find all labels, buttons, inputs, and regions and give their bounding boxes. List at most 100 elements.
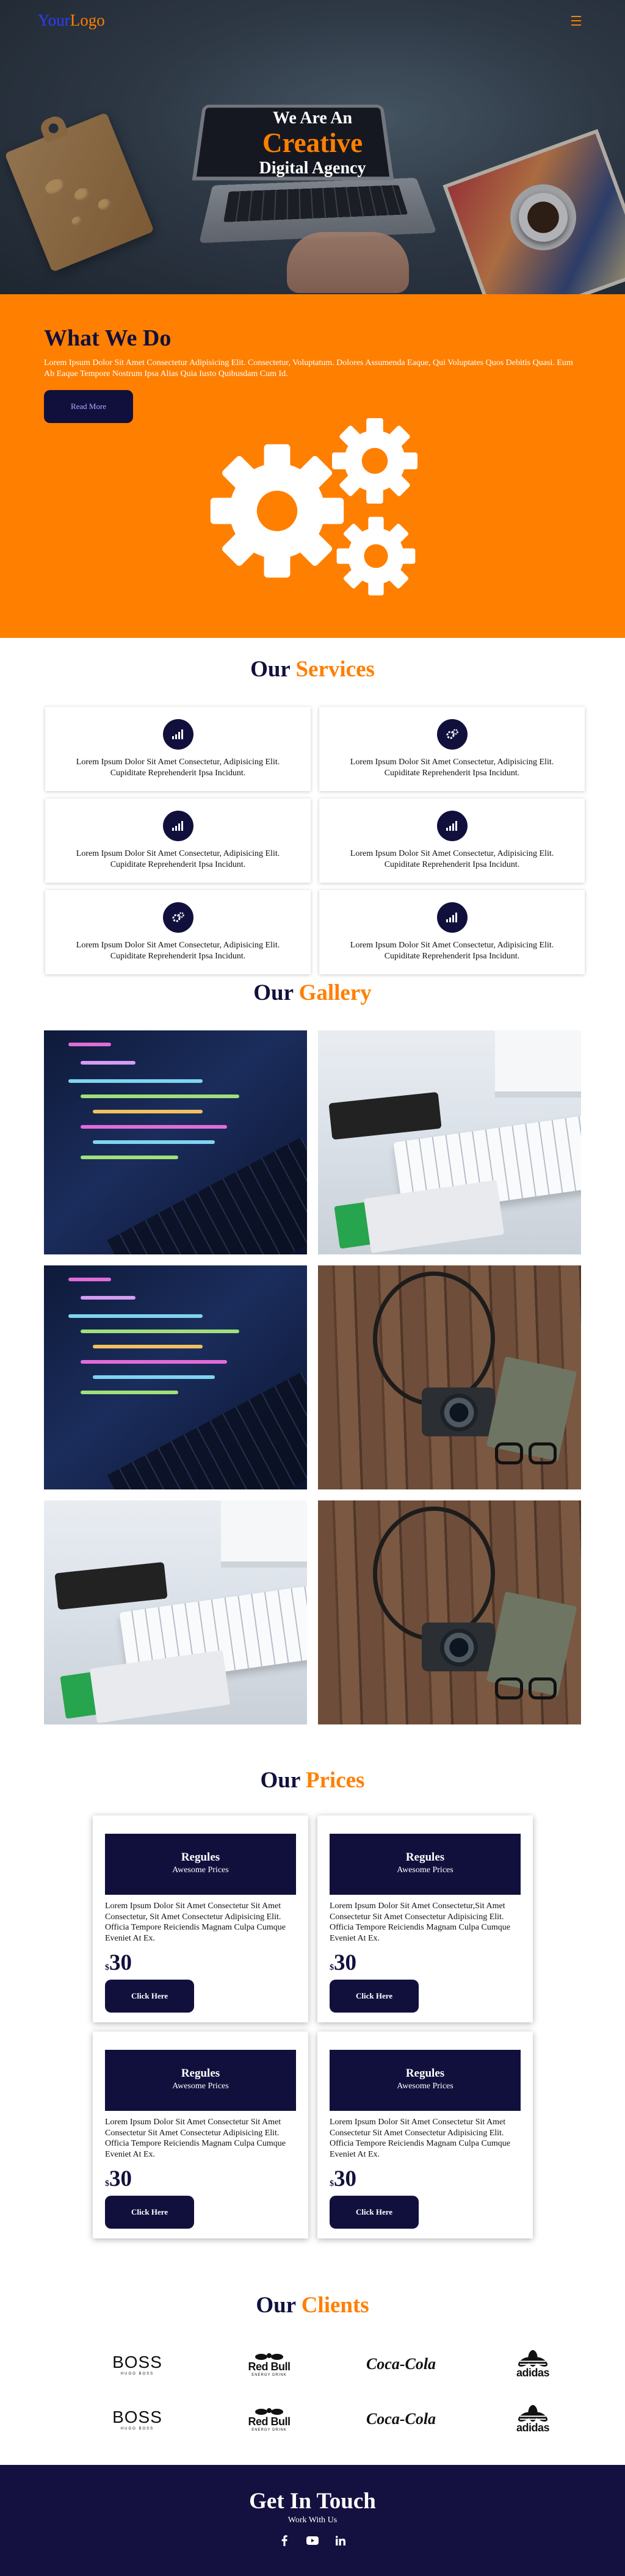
clients-title-b: Clients bbox=[301, 2293, 369, 2318]
plan-amount: 30 bbox=[109, 1950, 132, 1975]
prices-title-a: Our bbox=[260, 1768, 300, 1793]
redbull-logo-text: Red Bull bbox=[248, 2415, 291, 2428]
gears-icon bbox=[436, 719, 468, 750]
hero-headline: We Are An Creative Digital Agency bbox=[0, 109, 625, 178]
navbar: YourLogo bbox=[38, 11, 587, 30]
hero-line-2: Creative bbox=[262, 128, 363, 158]
price-header: Regules Awesome Prices bbox=[105, 2050, 296, 2111]
hamburger-icon[interactable] bbox=[569, 14, 587, 27]
footer-subtitle: Work With Us bbox=[287, 2516, 338, 2525]
footer-title: Get In Touch bbox=[249, 2489, 376, 2514]
client-logo-cocacola[interactable]: Coca-Cola bbox=[364, 2404, 438, 2434]
gallery-image-camera[interactable] bbox=[318, 1265, 581, 1489]
plan-subtitle: Awesome Prices bbox=[172, 2082, 229, 2091]
plan-description: Lorem Ipsum Dolor Sit Amet Consectetur S… bbox=[105, 2118, 286, 2159]
plan-currency: $ bbox=[330, 1963, 334, 1972]
click-here-button[interactable]: Click Here bbox=[330, 2196, 419, 2229]
what-we-do-text: Lorem Ipsum Dolor Sit Amet Consectetur A… bbox=[44, 358, 573, 378]
plan-subtitle: Awesome Prices bbox=[172, 1865, 229, 1875]
read-more-button[interactable]: Read More bbox=[44, 390, 133, 423]
what-we-do-section: What We Do Lorem Ipsum Dolor Sit Amet Co… bbox=[0, 294, 625, 638]
plan-name: Regules bbox=[405, 2067, 445, 2080]
what-we-do-title: What We Do bbox=[44, 325, 172, 351]
gallery-title-b: Gallery bbox=[298, 980, 372, 1005]
prices-title: Our Prices bbox=[0, 1767, 625, 1793]
plan-price: $30 bbox=[105, 2166, 296, 2192]
plan-currency: $ bbox=[105, 2179, 109, 2188]
prices-section: Our Prices Regules Awesome Prices Lorem … bbox=[0, 1767, 625, 2292]
clients-grid: BOSS HUGO BOSS Red Bull ENERGY DRINK Coc… bbox=[101, 2349, 625, 2434]
client-logo-redbull[interactable]: Red Bull ENERGY DRINK bbox=[233, 2404, 306, 2434]
plan-subtitle: Awesome Prices bbox=[397, 1865, 453, 1875]
service-text: Lorem Ipsum Dolor Sit Amet Consectetur, … bbox=[76, 849, 280, 870]
gallery-grid bbox=[44, 1030, 625, 1724]
boss-logo-sub: HUGO BOSS bbox=[120, 2427, 154, 2431]
service-text: Lorem Ipsum Dolor Sit Amet Consectetur, … bbox=[350, 758, 554, 778]
service-card: Lorem Ipsum Dolor Sit Amet Consectetur, … bbox=[45, 798, 311, 883]
plan-name: Regules bbox=[405, 1851, 445, 1864]
click-here-button[interactable]: Click Here bbox=[105, 1980, 194, 2013]
adidas-logo-text: adidas bbox=[516, 2367, 550, 2379]
client-logo-adidas[interactable]: adidas bbox=[496, 2404, 569, 2434]
price-header: Regules Awesome Prices bbox=[105, 1834, 296, 1895]
gallery-image-code[interactable] bbox=[44, 1265, 307, 1489]
redbull-logo-sub: ENERGY DRINK bbox=[251, 2428, 287, 2432]
boss-logo-text: BOSS bbox=[112, 2353, 162, 2372]
click-here-button[interactable]: Click Here bbox=[330, 1980, 419, 2013]
services-grid: Lorem Ipsum Dolor Sit Amet Consectetur, … bbox=[45, 707, 625, 974]
cocacola-logo-text: Coca-Cola bbox=[366, 2410, 436, 2428]
client-logo-redbull[interactable]: Red Bull ENERGY DRINK bbox=[233, 2349, 306, 2379]
click-here-button[interactable]: Click Here bbox=[105, 2196, 194, 2229]
gallery-image-code[interactable] bbox=[44, 1030, 307, 1254]
plan-amount: 30 bbox=[334, 1950, 356, 1975]
client-logo-adidas[interactable]: adidas bbox=[496, 2349, 569, 2379]
service-text: Lorem Ipsum Dolor Sit Amet Consectetur, … bbox=[350, 941, 554, 961]
client-logo-cocacola[interactable]: Coca-Cola bbox=[364, 2349, 438, 2379]
gallery-image-keyboard[interactable] bbox=[318, 1030, 581, 1254]
logo-part-2: Logo bbox=[70, 11, 105, 29]
signal-icon bbox=[162, 719, 193, 750]
client-logo-boss[interactable]: BOSS HUGO BOSS bbox=[101, 2349, 174, 2379]
boss-logo-sub: HUGO BOSS bbox=[120, 2372, 154, 2376]
service-card: Lorem Ipsum Dolor Sit Amet Consectetur, … bbox=[45, 890, 311, 974]
price-card: Regules Awesome Prices Lorem Ipsum Dolor… bbox=[93, 2031, 308, 2238]
gears-icon bbox=[162, 902, 193, 933]
price-card: Regules Awesome Prices Lorem Ipsum Dolor… bbox=[93, 1815, 308, 2022]
logo-part-1: Your bbox=[38, 11, 70, 29]
adidas-logo-text: adidas bbox=[516, 2422, 550, 2434]
plan-amount: 30 bbox=[109, 2166, 132, 2191]
footer: Get In Touch Work With Us bbox=[0, 2465, 625, 2576]
cocacola-logo-text: Coca-Cola bbox=[366, 2355, 436, 2373]
plan-subtitle: Awesome Prices bbox=[397, 2082, 453, 2091]
adidas-trefoil-icon bbox=[518, 2350, 547, 2367]
service-text: Lorem Ipsum Dolor Sit Amet Consectetur, … bbox=[350, 849, 554, 870]
client-logo-boss[interactable]: BOSS HUGO BOSS bbox=[101, 2404, 174, 2434]
plan-amount: 30 bbox=[334, 2166, 356, 2191]
facebook-icon[interactable] bbox=[278, 2534, 291, 2547]
linkedin-icon[interactable] bbox=[334, 2534, 347, 2547]
gallery-image-camera[interactable] bbox=[318, 1500, 581, 1724]
plan-description: Lorem Ipsum Dolor Sit Amet Consectetur S… bbox=[330, 2118, 510, 2159]
logo[interactable]: YourLogo bbox=[38, 11, 105, 30]
gallery-title: Our Gallery bbox=[0, 980, 625, 1006]
service-card: Lorem Ipsum Dolor Sit Amet Consectetur, … bbox=[319, 798, 585, 883]
plan-currency: $ bbox=[105, 1963, 109, 1972]
price-card: Regules Awesome Prices Lorem Ipsum Dolor… bbox=[317, 2031, 533, 2238]
service-card: Lorem Ipsum Dolor Sit Amet Consectetur, … bbox=[319, 890, 585, 974]
adidas-trefoil-icon bbox=[518, 2404, 547, 2422]
signal-icon bbox=[436, 811, 468, 841]
plan-description: Lorem Ipsum Dolor Sit Amet Consectetur S… bbox=[105, 1901, 286, 1943]
hero-line-3: Digital Agency bbox=[259, 158, 366, 178]
service-text: Lorem Ipsum Dolor Sit Amet Consectetur, … bbox=[76, 758, 280, 778]
gallery-image-keyboard[interactable] bbox=[44, 1500, 307, 1724]
services-title-a: Our bbox=[250, 657, 291, 682]
plan-currency: $ bbox=[330, 2179, 334, 2188]
hero-section: YourLogo We Are An Creative Digital Agen… bbox=[0, 0, 625, 294]
plan-price: $30 bbox=[330, 2166, 521, 2192]
plan-description: Lorem Ipsum Dolor Sit Amet Consectetur,S… bbox=[330, 1901, 510, 1943]
plan-price: $30 bbox=[330, 1950, 521, 1976]
clients-section: Our Clients BOSS HUGO BOSS Red Bull ENER… bbox=[0, 2292, 625, 2491]
youtube-icon[interactable] bbox=[306, 2534, 319, 2547]
services-section: Our Services Lorem Ipsum Dolor Sit Amet … bbox=[0, 638, 625, 980]
services-title: Our Services bbox=[0, 656, 625, 682]
